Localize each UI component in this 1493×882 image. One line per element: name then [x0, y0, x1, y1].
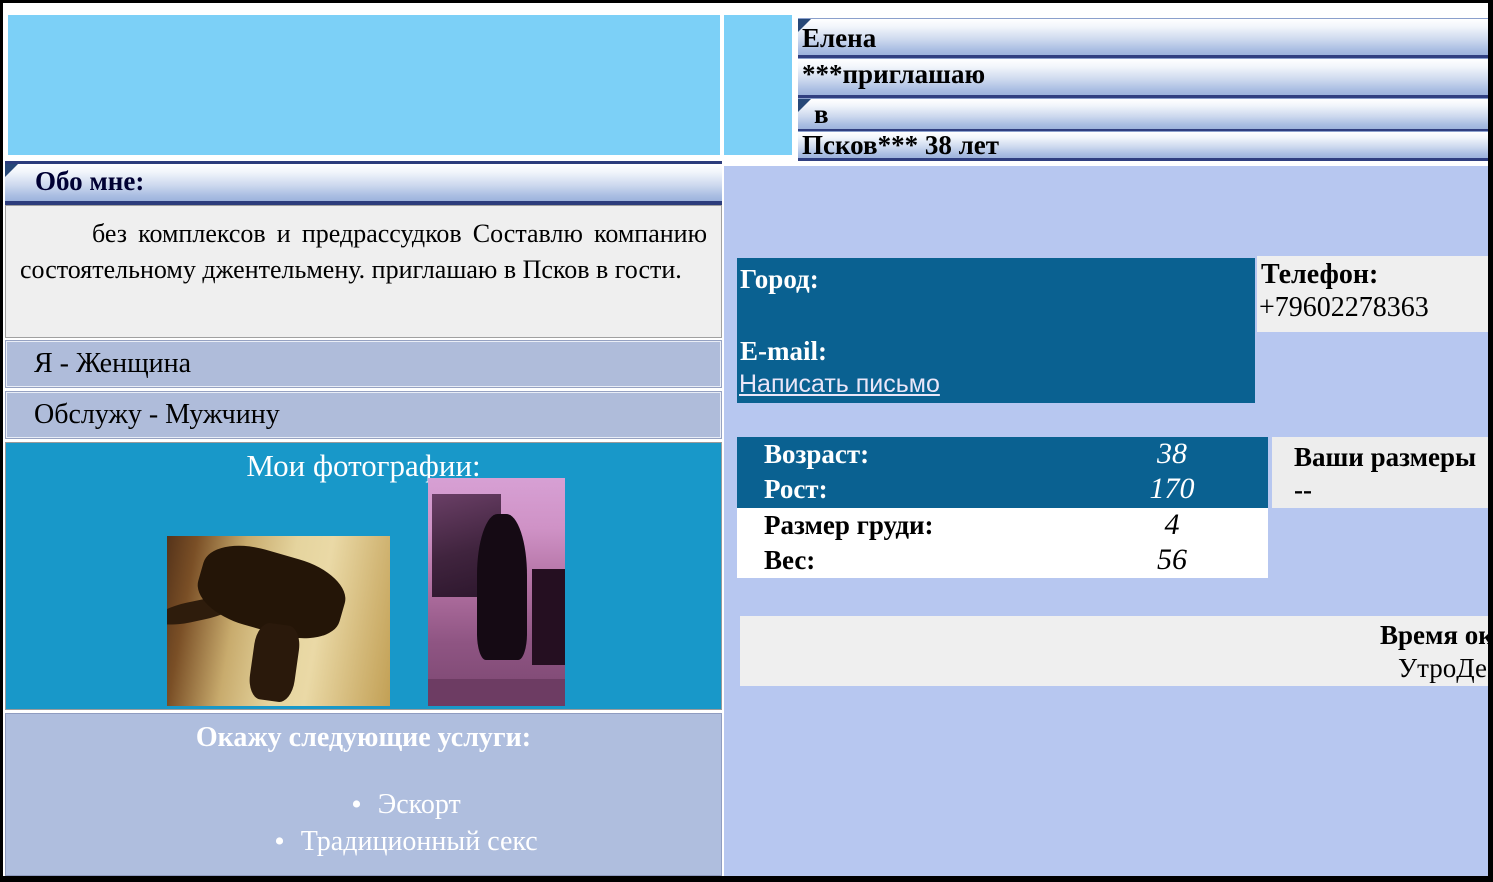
top-banner-left — [8, 15, 720, 155]
about-section-header: Обо мне: — [5, 161, 722, 205]
sizes-box: Ваши размеры -- — [1272, 437, 1490, 508]
services-title: Окажу следующие услуги: — [6, 722, 721, 754]
service-item-label: Эскорт — [378, 789, 461, 820]
table-row: Рост: 170 — [737, 472, 1268, 507]
write-letter-link[interactable]: Написать письмо — [739, 370, 940, 399]
profile-title-bar-3: в — [798, 98, 1490, 132]
fold-notch-icon — [5, 164, 18, 177]
phone-box: Телефон: +79602278363 — [1257, 256, 1490, 332]
serves-row: Обслужу - Мужчину — [5, 391, 722, 439]
photos-section: Мои фотографии: — [5, 442, 722, 710]
phone-value: +79602278363 — [1257, 291, 1490, 324]
gender-row: Я - Женщина — [5, 340, 722, 388]
schedule-value: УтроДе — [1398, 653, 1487, 684]
stat-value: 38 — [1127, 437, 1217, 471]
schedule-label: Время ок — [1380, 620, 1490, 651]
fold-notch-icon — [798, 19, 811, 32]
profile-title-bar-1: Елена — [798, 18, 1490, 58]
sizes-label: Ваши размеры — [1294, 440, 1490, 474]
city-label: Город: — [740, 264, 819, 295]
top-banner-right-cell — [724, 15, 792, 155]
serves-row-label: Обслужу - Мужчину — [6, 392, 721, 437]
photo2-shape — [532, 569, 565, 665]
table-row: Вес: 56 — [737, 543, 1268, 578]
email-label: E-mail: — [740, 336, 827, 367]
photo2-shape — [428, 679, 565, 706]
services-section: Окажу следующие услуги: Эскорт Традицион… — [5, 713, 722, 876]
service-item-label: Традиционный секс — [301, 826, 538, 857]
profile-page: Обо мне: без комплексов и предрассудков … — [0, 0, 1493, 882]
about-text-box: без комплексов и предрассудков Составлю … — [5, 205, 722, 338]
photo1-shape — [247, 622, 302, 704]
photo2-shape — [477, 514, 526, 660]
about-text: без комплексов и предрассудков Составлю … — [20, 216, 707, 288]
stat-value: 4 — [1127, 508, 1217, 542]
profile-title-bar-2: ***приглашаю — [798, 58, 1490, 98]
sizes-value: -- — [1294, 474, 1490, 506]
stat-value: 56 — [1127, 543, 1217, 577]
photo-thumbnail-1[interactable] — [167, 536, 390, 706]
phone-label: Телефон: — [1257, 258, 1490, 291]
stats-table: Возраст: 38 Рост: 170 Размер груди: 4 Ве… — [737, 437, 1268, 578]
gender-row-label: Я - Женщина — [6, 341, 721, 386]
photos-title: Мои фотографии: — [6, 448, 721, 484]
contact-box: Город: E-mail: Написать письмо — [737, 258, 1255, 403]
profile-name: Елена — [798, 19, 1490, 57]
photo-thumbnail-2[interactable] — [428, 478, 565, 706]
service-item: Традиционный секс — [91, 823, 721, 860]
profile-title-line: ***приглашаю — [798, 59, 1490, 89]
table-row: Возраст: 38 — [737, 437, 1268, 472]
about-header-label: Обо мне: — [5, 164, 722, 198]
profile-title-bar-4: Псков*** 38 лет — [798, 131, 1490, 161]
fold-notch-icon — [798, 99, 811, 112]
table-row: Размер груди: 4 — [737, 508, 1268, 543]
profile-title-line: в — [798, 99, 1490, 129]
stat-value: 170 — [1127, 472, 1217, 506]
schedule-bar: Время ок УтроДе — [740, 616, 1490, 686]
services-list: Эскорт Традиционный секс — [91, 786, 721, 860]
profile-title-line: Псков*** 38 лет — [798, 132, 1490, 159]
service-item: Эскорт — [91, 786, 721, 823]
